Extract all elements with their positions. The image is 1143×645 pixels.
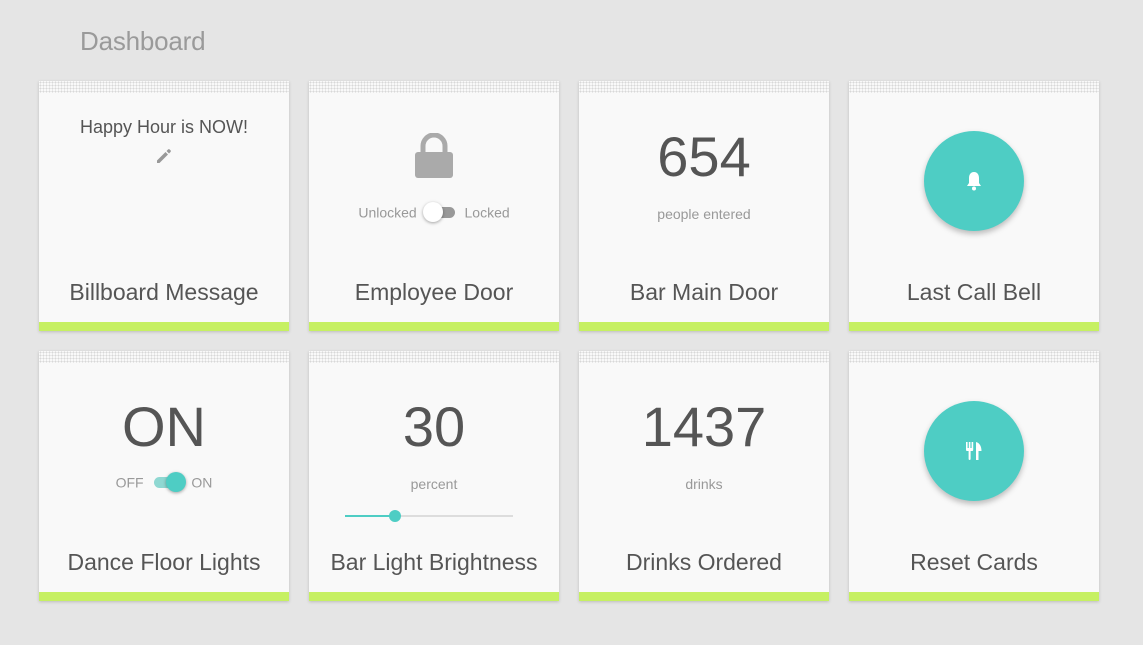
card-bar-main-door: 654 people entered Bar Main Door: [579, 81, 829, 331]
slider-fill: [345, 515, 396, 517]
lights-state-value: ON: [122, 395, 206, 458]
brightness-slider[interactable]: [345, 509, 513, 523]
pencil-icon[interactable]: [155, 147, 173, 165]
brightness-unit: percent: [410, 476, 458, 492]
card-drinks-ordered: 1437 drinks Drinks Ordered: [579, 351, 829, 601]
card-label: Billboard Message: [69, 279, 259, 305]
toggle-on-label: ON: [191, 474, 213, 491]
slider-thumb[interactable]: [389, 510, 402, 522]
lights-toggle-row: OFF ON: [39, 472, 289, 493]
utensils-icon: [966, 442, 982, 460]
switch-knob[interactable]: [165, 472, 186, 493]
reset-cards-button[interactable]: [924, 401, 1024, 501]
card-label: Dance Floor Lights: [67, 549, 261, 575]
toggle-off-label: Unlocked: [358, 204, 417, 221]
people-entered-value: 654: [657, 125, 751, 188]
bell-icon: [967, 172, 981, 191]
billboard-message-text: Happy Hour is NOW!: [79, 117, 249, 137]
lights-switch[interactable]: [150, 472, 186, 493]
card-label: Reset Cards: [910, 549, 1038, 575]
door-lock-switch[interactable]: [422, 202, 459, 223]
drinks-ordered-unit: drinks: [685, 476, 723, 492]
lock-icon: [415, 133, 453, 178]
card-label: Bar Main Door: [629, 279, 779, 305]
card-dance-floor-lights: ON OFF ON Dance Floor Lights: [39, 351, 289, 601]
door-lock-toggle-row: Unlocked Locked: [309, 202, 559, 223]
brightness-value: 30: [402, 395, 466, 458]
card-label: Employee Door: [354, 279, 514, 305]
card-last-call-bell: Last Call Bell: [849, 81, 1099, 331]
last-call-bell-button[interactable]: [924, 131, 1024, 231]
card-grid: Happy Hour is NOW! Billboard Message Unl…: [0, 0, 1143, 645]
card-label: Drinks Ordered: [626, 549, 782, 575]
switch-knob[interactable]: [422, 202, 443, 223]
card-label: Last Call Bell: [906, 279, 1042, 305]
people-entered-unit: people entered: [657, 206, 751, 222]
card-employee-door: Unlocked Locked Employee Door: [309, 81, 559, 331]
drinks-ordered-value: 1437: [641, 395, 767, 458]
toggle-on-label: Locked: [464, 204, 510, 221]
card-bar-light-brightness: 30 percent Bar Light Brightness: [309, 351, 559, 601]
card-billboard-message: Happy Hour is NOW! Billboard Message: [39, 81, 289, 331]
toggle-off-label: OFF: [115, 474, 144, 491]
card-reset-cards: Reset Cards: [849, 351, 1099, 601]
card-label: Bar Light Brightness: [330, 549, 538, 575]
